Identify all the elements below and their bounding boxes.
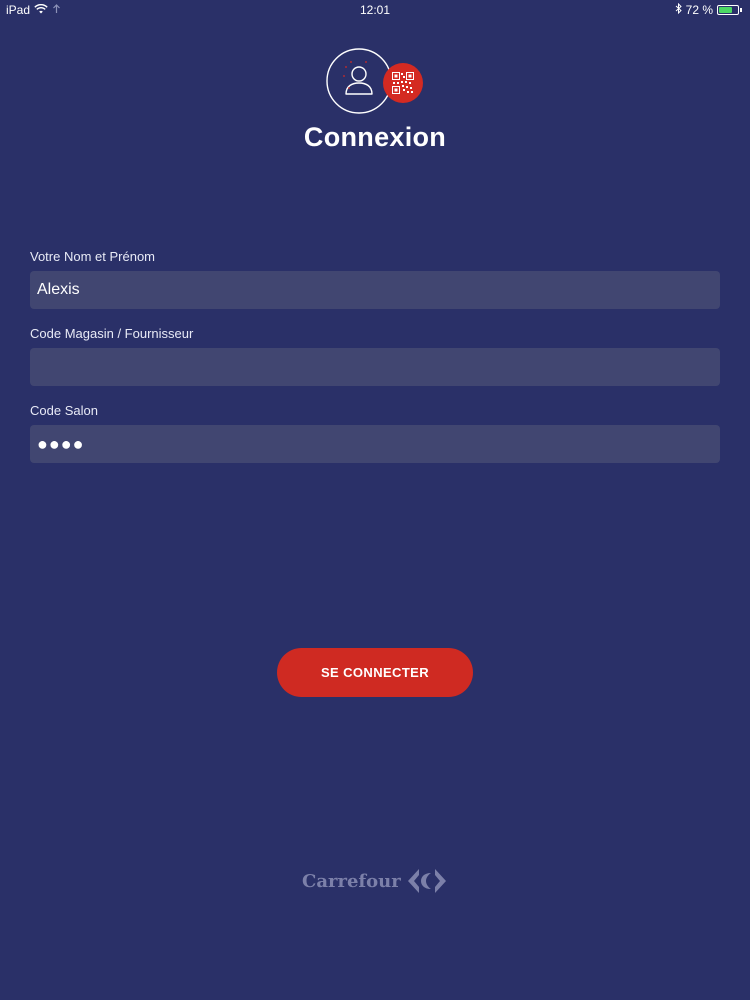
salon-code-input[interactable] [30,425,720,463]
battery-tip [740,8,742,12]
carrefour-logo-icon [407,869,446,893]
store-code-input[interactable] [30,348,720,386]
battery-percent: 72 % [685,3,713,17]
name-field-label: Votre Nom et Prénom [30,249,155,264]
status-right: 72 % [675,2,742,17]
salon-code-field-label: Code Salon [30,403,98,418]
qr-code-icon [392,72,414,94]
brand-name: Carrefour [302,870,401,892]
app-logo [325,48,425,118]
connect-button[interactable]: SE CONNECTER [277,648,473,697]
bluetooth-icon [675,2,682,17]
name-input[interactable] [30,271,720,309]
battery-icon [717,5,739,15]
battery-level [719,7,732,13]
qr-code-badge [383,63,423,103]
page-title: Connexion [303,122,447,152]
store-code-field-label: Code Magasin / Fournisseur [30,326,194,341]
brand-logo: Carrefour [302,868,447,894]
status-time: 12:01 [359,3,391,17]
status-bar: iPad 12:01 72 % [0,0,750,20]
